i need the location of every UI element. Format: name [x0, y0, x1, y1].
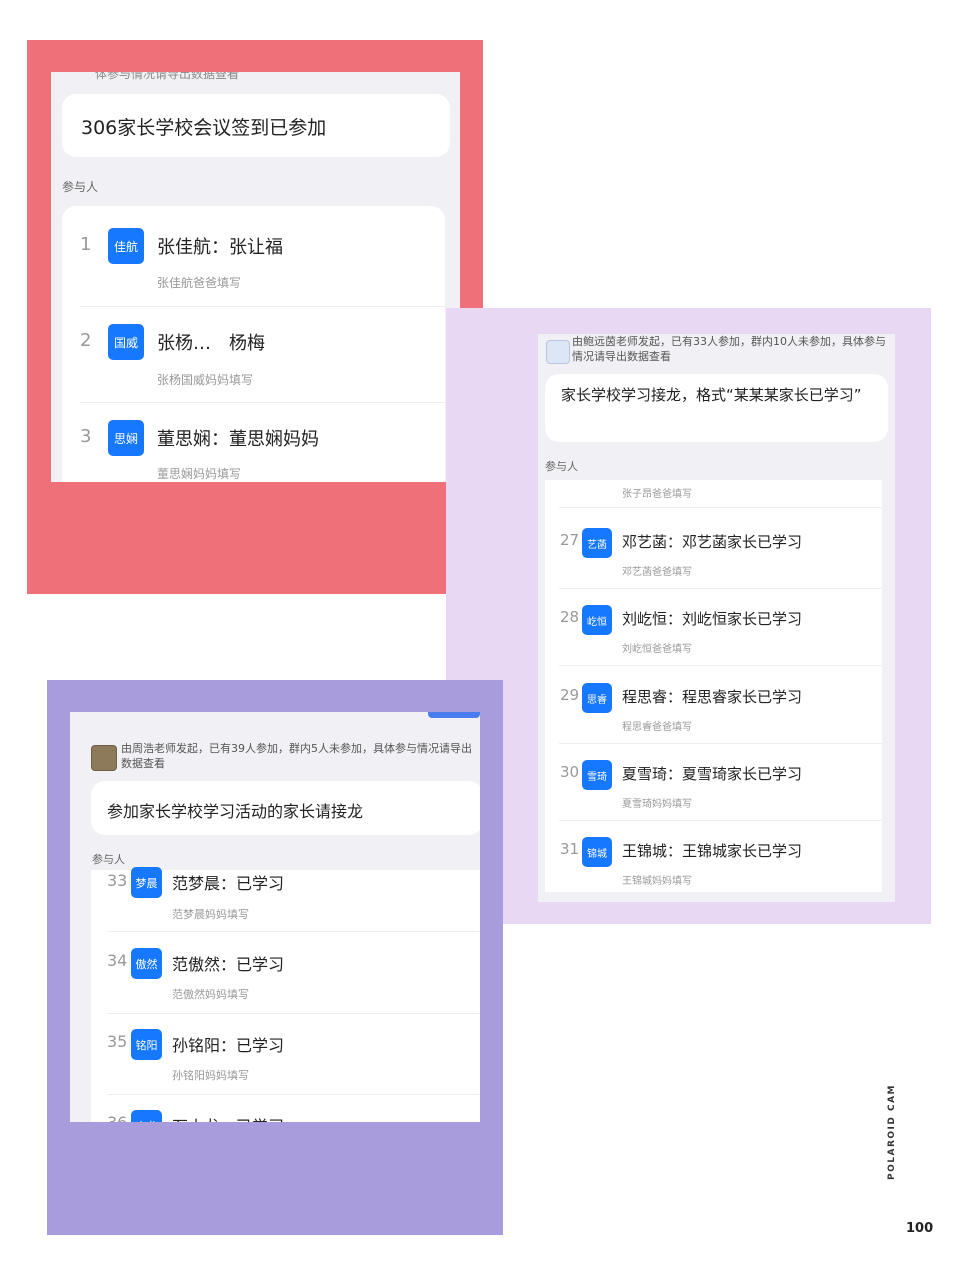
screenshot-1: 体参与情况请导出数据查看 306家长学校会议签到已参加 参与人 1 佳航 张佳航… [51, 72, 460, 482]
row-number: 1 [80, 234, 92, 255]
avatar: 佳航 [108, 228, 144, 264]
screenshot-3: 由周浩老师发起，已有39人参加，群内5人未参加，具体参与情况请导出数据查看 参加… [70, 712, 480, 1122]
participant-name: 张佳航：张让福 [157, 237, 283, 258]
list-item[interactable]: 28 屹恒 刘屹恒：刘屹恒家长已学习 刘屹恒爸爸填写 [545, 590, 882, 667]
page-number: 100 [906, 1221, 934, 1236]
participant-name: 程思睿：程思睿家长已学习 [622, 688, 803, 706]
participant-name: 邓艺菡：邓艺菡家长已学习 [622, 533, 803, 551]
title-card: 306家长学校会议签到已参加 [62, 94, 450, 157]
page-title: 参加家长学校学习活动的家长请接龙 [107, 802, 364, 821]
row-number: 34 [107, 951, 128, 970]
list-item[interactable]: 1 佳航 张佳航：张让福 张佳航爸爸填写 [62, 206, 445, 307]
participant-filler: 张杨国威妈妈填写 [157, 373, 254, 387]
list-item[interactable]: 2 国威 张杨… 杨梅 张杨国威妈妈填写 [62, 303, 445, 403]
list-item[interactable]: 36 小龙 石小龙：已学习 [91, 1095, 480, 1122]
list-item[interactable]: 27 艺菡 邓艺菡：邓艺菡家长已学习 邓艺菡爸爸填写 [545, 513, 882, 590]
participant-filler: 邓艺菡爸爸填写 [622, 567, 692, 578]
divider [107, 931, 480, 932]
avatar: 铭阳 [131, 1029, 162, 1060]
avatar: 小龙 [131, 1110, 162, 1122]
list-item[interactable]: 35 铭阳 孙铭阳：已学习 孙铭阳妈妈填写 [91, 1014, 480, 1095]
polaroid-frame-purple: 由周浩老师发起，已有39人参加，群内5人未参加，具体参与情况请导出数据查看 参加… [47, 680, 503, 1235]
participant-name: 石小龙：已学习 [172, 1113, 284, 1122]
list-item[interactable]: 3 思娴 董思娴：董思娴妈妈 董思娴妈妈填写 [62, 399, 445, 482]
avatar: 雪琦 [582, 760, 612, 790]
participant-name: 范梦晨：已学习 [172, 874, 285, 893]
section-label: 参与人 [545, 460, 578, 473]
user-avatar-icon [546, 340, 570, 364]
participant-name: 张杨… 杨梅 [157, 333, 265, 354]
polaroid-frame-lavender: 由鲍远茵老师发起，已有33人参加，群内10人未参加，具体参与情况请导出数据查看 … [446, 308, 931, 924]
participant-name: 夏雪琦：夏雪琦家长已学习 [622, 765, 803, 783]
top-action-button[interactable] [428, 712, 480, 718]
avatar: 梦晨 [131, 867, 162, 898]
participant-list: 1 佳航 张佳航：张让福 张佳航爸爸填写 2 国威 张杨… 杨梅 张杨国威妈妈填… [62, 206, 445, 482]
title-card: 参加家长学校学习活动的家长请接龙 [91, 781, 480, 835]
section-label: 参与人 [62, 180, 99, 194]
page-title: 306家长学校会议签到已参加 [81, 117, 327, 139]
avatar: 傲然 [131, 948, 162, 979]
row-number: 29 [560, 686, 580, 704]
divider [559, 665, 882, 666]
row-number: 2 [80, 330, 92, 351]
participant-list: 33 梦晨 范梦晨：已学习 范梦晨妈妈填写 34 傲然 范傲然：已学习 范傲然妈… [91, 867, 480, 1122]
row-number: 35 [107, 1032, 128, 1051]
participant-filler: 董思娴妈妈填写 [157, 467, 242, 481]
participant-name: 范傲然：已学习 [172, 955, 285, 974]
list-item[interactable]: 34 傲然 范傲然：已学习 范傲然妈妈填写 [91, 933, 480, 1014]
list-item[interactable]: 33 梦晨 范梦晨：已学习 范梦晨妈妈填写 [91, 853, 480, 933]
list-item[interactable]: 30 雪琦 夏雪琦：夏雪琦家长已学习 夏雪琦妈妈填写 [545, 745, 882, 822]
participant-filler: 夏雪琦妈妈填写 [622, 799, 692, 810]
avatar: 思娴 [108, 420, 144, 456]
participant-filler: 王锦城妈妈填写 [622, 876, 692, 887]
list-item[interactable]: 31 锦城 王锦城：王锦城家长已学习 王锦城妈妈填写 [545, 822, 882, 899]
divider [559, 507, 882, 508]
participant-filler: 张子昂爸爸填写 [622, 489, 692, 500]
row-number: 36 [107, 1113, 127, 1122]
participant-filler: 程思睿爸爸填写 [622, 722, 692, 733]
participant-name: 董思娴：董思娴妈妈 [157, 429, 319, 450]
divider [559, 820, 882, 821]
participant-filler: 张佳航爸爸填写 [157, 276, 242, 290]
participant-filler: 孙铭阳妈妈填写 [172, 1069, 249, 1082]
brand-watermark: POLAROID CAM [887, 1083, 897, 1180]
row-number: 30 [560, 763, 580, 781]
row-number: 27 [560, 531, 580, 549]
screenshot-2: 由鲍远茵老师发起，已有33人参加，群内10人未参加，具体参与情况请导出数据查看 … [538, 334, 895, 902]
divider [559, 588, 882, 589]
avatar: 国威 [108, 324, 144, 360]
avatar: 思睿 [582, 683, 612, 713]
page-title: 家长学校学习接龙，格式“某某某家长已学习” [561, 386, 862, 404]
participant-list: 张子昂爸爸填写 27 艺菡 邓艺菡：邓艺菡家长已学习 邓艺菡爸爸填写 28 屹恒… [545, 480, 882, 892]
polaroid-frame-pink: 体参与情况请导出数据查看 306家长学校会议签到已参加 参与人 1 佳航 张佳航… [27, 40, 483, 594]
header-note: 体参与情况请导出数据查看 [95, 72, 240, 81]
participant-name: 刘屹恒：刘屹恒家长已学习 [622, 610, 803, 628]
avatar: 艺菡 [582, 528, 612, 558]
row-number: 33 [107, 871, 128, 890]
participant-filler: 范梦晨妈妈填写 [172, 908, 249, 921]
title-card: 家长学校学习接龙，格式“某某某家长已学习” [545, 374, 888, 442]
row-number: 31 [560, 840, 580, 858]
avatar: 屹恒 [582, 605, 612, 635]
list-item[interactable]: 29 思睿 程思睿：程思睿家长已学习 程思睿爸爸填写 [545, 667, 882, 744]
row-number: 28 [560, 608, 580, 626]
participant-name: 王锦城：王锦城家长已学习 [622, 842, 803, 860]
participant-name: 孙铭阳：已学习 [172, 1036, 285, 1055]
user-avatar-icon [91, 745, 117, 771]
avatar: 锦城 [582, 837, 612, 867]
divider [559, 743, 882, 744]
row-number: 3 [80, 426, 92, 447]
participant-filler: 刘屹恒爸爸填写 [622, 644, 692, 655]
participant-filler: 范傲然妈妈填写 [172, 988, 249, 1001]
header-note: 由周浩老师发起，已有39人参加，群内5人未参加，具体参与情况请导出数据查看 [121, 742, 472, 770]
header-note: 由鲍远茵老师发起，已有33人参加，群内10人未参加，具体参与情况请导出数据查看 [572, 335, 886, 363]
